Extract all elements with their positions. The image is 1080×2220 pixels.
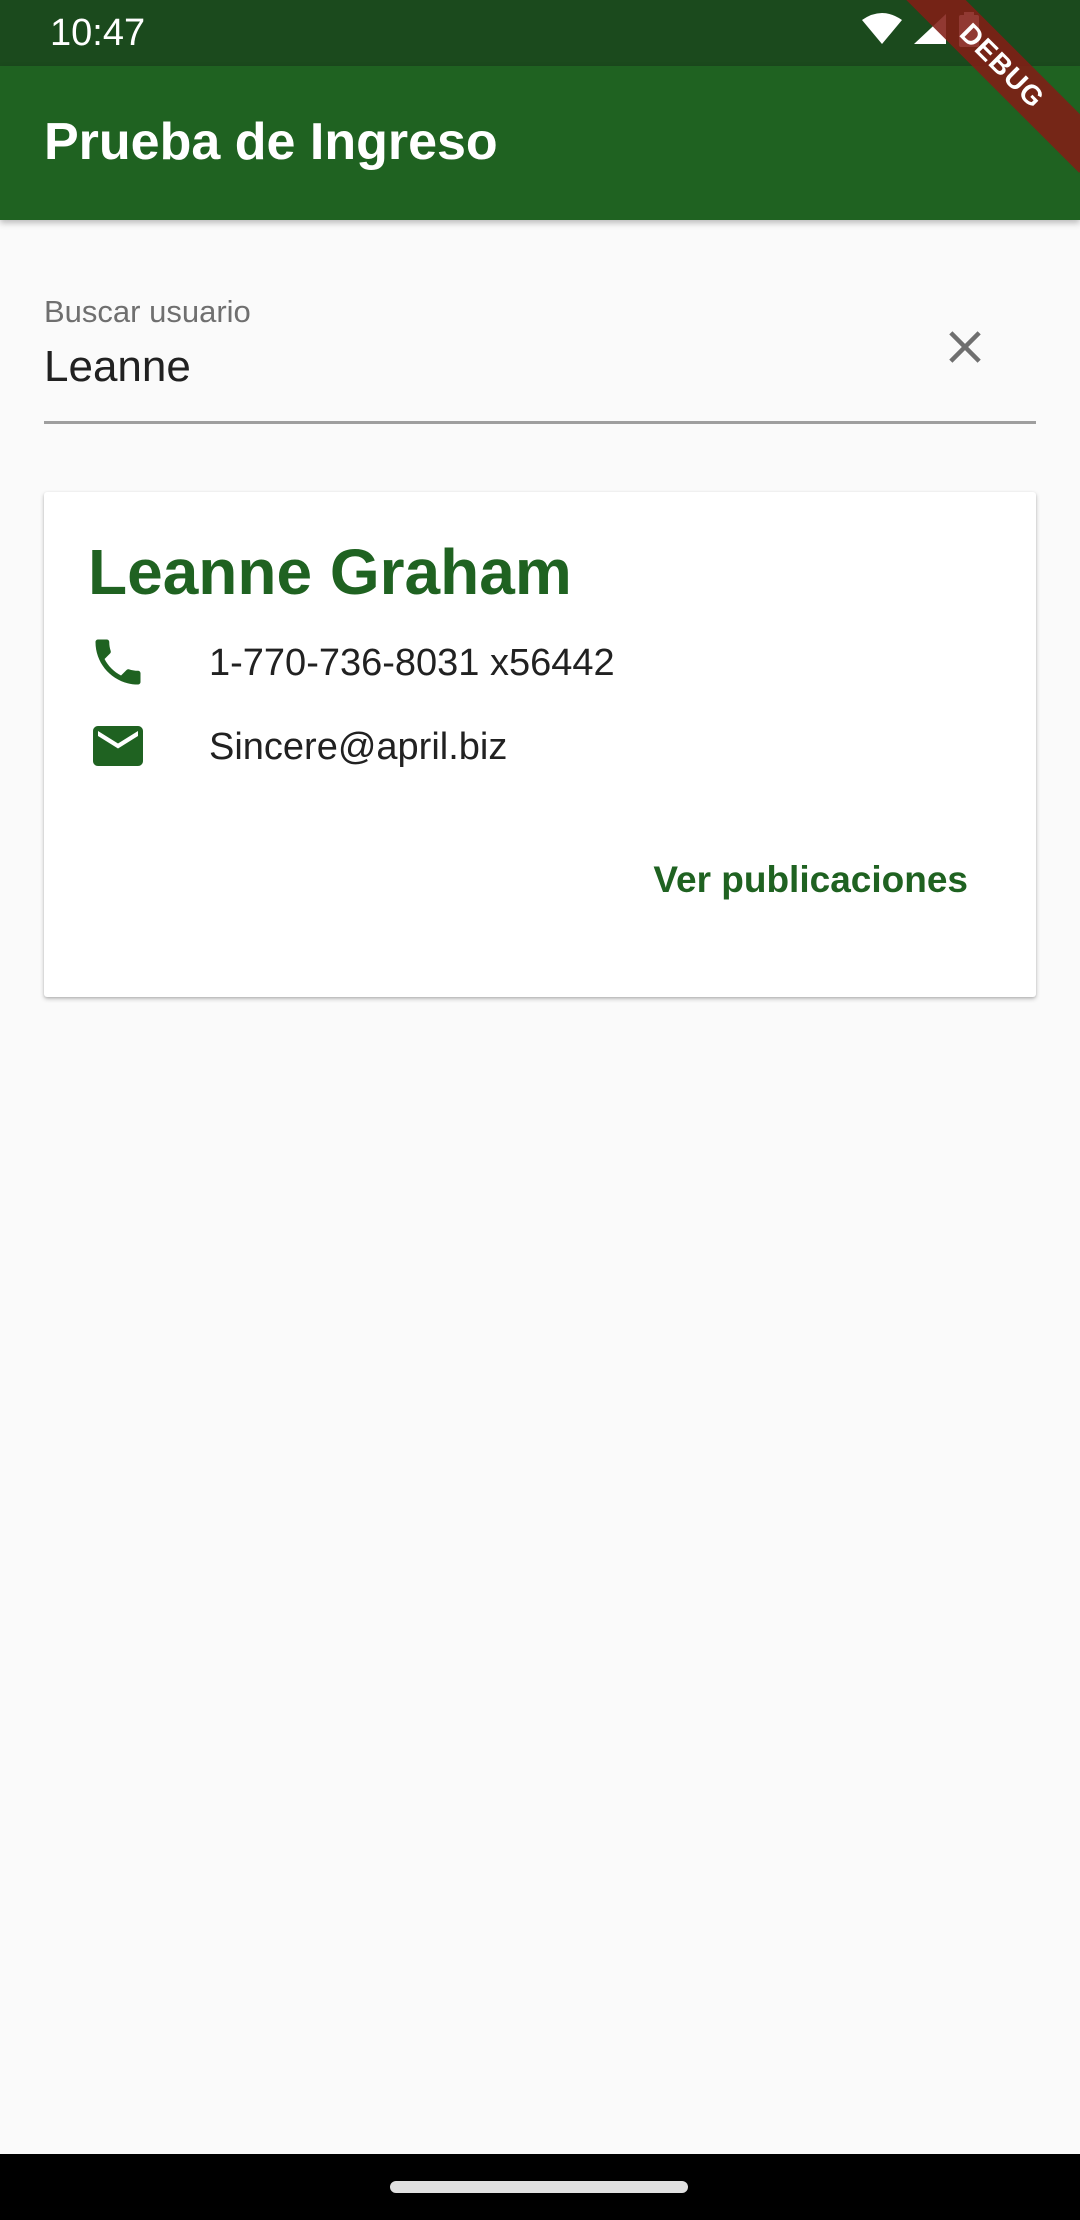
user-phone: 1-770-736-8031 x56442 (209, 642, 615, 684)
wifi-icon (862, 13, 902, 44)
phone-icon (95, 639, 141, 685)
home-gesture-handle[interactable] (390, 2181, 688, 2193)
debug-banner: DEBUG (900, 0, 1080, 180)
debug-banner-label: DEBUG (900, 0, 1080, 173)
view-posts-button[interactable]: Ver publicaciones (633, 842, 988, 918)
user-email-row: Sincere@april.biz (88, 716, 968, 776)
user-phone-row: 1-770-736-8031 x56442 (88, 632, 968, 692)
user-email: Sincere@april.biz (209, 726, 508, 768)
page-title: Prueba de Ingreso (44, 113, 498, 171)
email-icon (93, 726, 143, 766)
close-icon[interactable] (938, 320, 992, 374)
user-name: Leanne Graham (88, 536, 572, 608)
system-navigation-bar (0, 2154, 1080, 2220)
search-input[interactable]: Buscar usuario Leanne (44, 290, 1036, 424)
status-time: 10:47 (50, 12, 146, 54)
search-input-label: Buscar usuario (44, 294, 251, 329)
search-input-value[interactable]: Leanne (44, 340, 191, 394)
